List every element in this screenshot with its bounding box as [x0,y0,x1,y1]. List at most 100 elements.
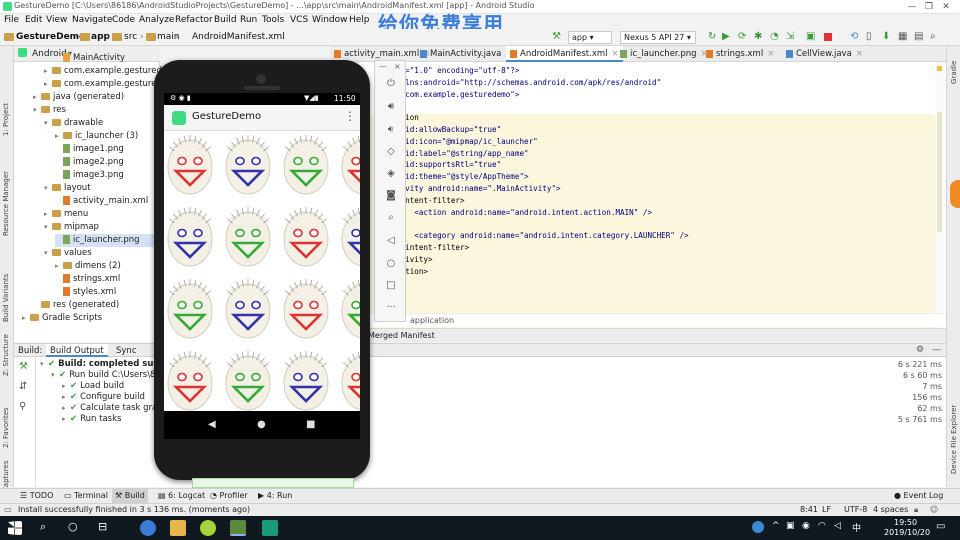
gesture-image-cell[interactable] [222,203,274,269]
ime-indicator[interactable]: 中 [852,521,861,534]
run-tab[interactable]: ▶ 4: Run [258,491,292,500]
search-icon[interactable]: ⌕ [40,520,46,534]
settings-gear-icon[interactable]: ⚙ [916,345,924,355]
more-icon[interactable]: ··· [384,301,398,315]
expand-right-icon[interactable]: ▸ [44,208,52,221]
gesture-image-cell[interactable] [222,347,274,411]
scroll-thumb[interactable] [937,112,942,232]
gesture-image-cell[interactable] [222,131,274,197]
close-emulator-icon[interactable]: × [394,62,401,71]
clock-date[interactable]: 2019/10/20 [884,528,930,537]
build-tab[interactable]: ⚒ Build [112,489,148,503]
code-editor[interactable]: on="1.0" encoding="utf-8"?> xmlns:android… [330,62,946,332]
menu-edit[interactable]: Edit [25,15,42,25]
avd-manager-icon[interactable]: ▯ [866,31,872,42]
menu-analyze[interactable]: Analyze [139,15,174,25]
gesture-image-cell[interactable] [338,203,360,269]
overflow-menu-icon[interactable]: ⋮ [344,109,356,123]
hammer-icon[interactable]: ⚒ [19,361,28,372]
volume-down-icon[interactable]: 🔉︎ [384,123,398,137]
expand-down-icon[interactable]: ▾ [33,104,41,117]
tree-item[interactable]: strings.xml [55,273,160,286]
run-icon[interactable]: ▶ [722,31,730,42]
tree-item[interactable]: ▸ com.example.gesturedemo [44,65,181,78]
tree-item[interactable]: ▸ com.example.gesturedemo [44,78,181,91]
lock-icon[interactable]: 🔒︎ [914,505,918,515]
editor-tab[interactable]: CellView.java × [782,46,867,62]
hammer-icon[interactable]: ⚒ [552,31,561,42]
expand-icon[interactable]: ▸ [62,392,70,403]
gesture-image-cell[interactable] [338,131,360,197]
windows-start-icon[interactable] [8,521,22,535]
android-studio-taskbar-icon[interactable] [230,520,246,536]
expand-icon[interactable]: ▸ [62,403,70,414]
rotate-left-icon[interactable]: ◇ [384,145,398,159]
status-message[interactable]: Install successfully finished in 3 s 136… [18,505,250,514]
menu-navigate[interactable]: Navigate [72,15,112,25]
menu-refactor[interactable]: Refactor [175,15,213,25]
close-tab-icon[interactable]: × [767,49,774,59]
apply-changes-icon[interactable]: ⟳ [738,31,746,42]
expand-icon[interactable]: ▾ [40,359,48,370]
editor-tab[interactable]: MainActivity.java× [416,46,517,62]
expand-icon[interactable]: ▾ [51,370,59,381]
gesture-image-cell[interactable] [280,131,332,197]
hide-panel-icon[interactable]: — [932,345,941,355]
nav-overview-button[interactable]: ■ [306,419,315,430]
expand-right-icon[interactable]: ▸ [55,260,63,273]
tree-item[interactable]: ▾ mipmap [44,221,160,234]
gesture-image-cell[interactable] [164,203,216,269]
gesture-grid[interactable] [164,131,360,411]
tree-item[interactable]: activity_main.xml [55,195,160,208]
tree-item[interactable]: ▾ layout [44,182,160,195]
menu-window[interactable]: Window [312,15,348,25]
tree-item[interactable]: image2.png [55,156,160,169]
tree-item[interactable]: ic_launcher.png [55,234,160,247]
menu-file[interactable]: File [4,15,19,25]
overview-icon[interactable]: □ [384,279,398,293]
attach-debugger-icon[interactable]: ⇲ [786,31,794,42]
floating-assistant-icon[interactable] [950,180,960,208]
gesture-image-cell[interactable] [338,275,360,341]
volume-up-icon[interactable]: 🔊︎ [384,100,398,114]
expand-down-icon[interactable]: ▾ [44,117,52,130]
expand-icon[interactable]: ▸ [62,414,70,425]
menu-build[interactable]: Build [214,15,237,25]
editor-tab[interactable]: strings.xml × [702,46,778,62]
expand-down-icon[interactable]: ▾ [44,221,52,234]
menu-vcs[interactable]: VCS [290,15,308,25]
build-variants-tab[interactable]: Build Variants [2,274,10,322]
resource-manager-tab[interactable]: Resource Manager [2,171,10,236]
tray-app-icon[interactable]: ◉ [802,521,810,531]
editor-scrollbar[interactable] [935,62,945,328]
sdk-manager-icon[interactable]: ⬇ [882,31,890,42]
structure-tab[interactable]: Z: Structure [2,334,10,376]
gesture-image-cell[interactable] [164,131,216,197]
gesture-image-cell[interactable] [280,203,332,269]
event-log-tab[interactable]: ● Event Log [894,491,943,500]
tree-item[interactable]: ▸ menu [44,208,160,221]
expand-right-icon[interactable]: ▸ [44,65,52,78]
logcat-tab[interactable]: ▤ 6: Logcat [158,491,205,500]
expand-right-icon[interactable]: ▸ [22,312,30,325]
pin-icon[interactable]: ⚲ [19,401,26,412]
inspector-icon[interactable]: ☺ [930,505,938,514]
layout-inspector-icon[interactable]: ▦ [898,31,907,42]
sync-tab[interactable]: Sync [116,346,137,356]
tray-network-icon[interactable]: ▣ [786,521,795,531]
tree-item[interactable]: ▸ ic_launcher (3) [55,130,160,143]
device-file-explorer-tab[interactable]: Device File Explorer [950,405,958,474]
breadcrumb-file[interactable]: AndroidManifest.xml [192,32,285,42]
search-icon[interactable]: ⌕ [930,31,936,42]
close-button[interactable]: ✕ [932,0,960,14]
debug-icon[interactable]: ✱ [754,31,762,42]
taskbar-app-icon[interactable] [140,520,156,536]
stop-icon[interactable] [824,33,832,41]
zoom-icon[interactable]: ⌕ [384,211,398,225]
device-select[interactable]: Nexus 5 API 27 ▾ [620,31,696,44]
menu-help[interactable]: Help [349,15,370,25]
menu-view[interactable]: View [46,15,67,25]
expand-icon[interactable]: ▸ [62,381,70,392]
tree-item[interactable]: ▸ java (generated) [33,91,160,104]
gesture-image-cell[interactable] [222,275,274,341]
